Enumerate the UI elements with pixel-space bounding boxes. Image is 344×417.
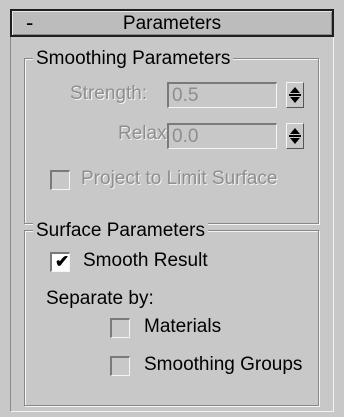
- smoothing-parameters-title: Smoothing Parameters: [33, 48, 234, 70]
- materials-label: Materials: [144, 316, 222, 337]
- relax-spinner[interactable]: [286, 123, 304, 149]
- strength-spinner[interactable]: [286, 82, 304, 108]
- surface-parameters-title: Surface Parameters: [33, 220, 208, 242]
- rollout-body: Smoothing Parameters Strength: Relax: Pr…: [10, 37, 334, 412]
- spinner-up-icon[interactable]: [290, 87, 300, 93]
- smooth-result-checkbox[interactable]: ✔: [50, 252, 70, 272]
- smoothing-groups-checkbox[interactable]: [110, 356, 130, 376]
- spinner-down-icon[interactable]: [290, 97, 300, 103]
- check-icon: ✔: [55, 252, 70, 271]
- spinner-divider: [289, 94, 301, 96]
- parameters-panel: - Parameters Smoothing Parameters Streng…: [0, 0, 344, 417]
- relax-label: Relax:: [118, 123, 172, 144]
- spinner-up-icon[interactable]: [290, 128, 300, 134]
- rollout-title: Parameters: [122, 13, 222, 34]
- separate-by-label: Separate by:: [46, 288, 154, 309]
- relax-field[interactable]: [167, 123, 277, 149]
- strength-label: Strength:: [70, 83, 148, 104]
- project-to-limit-surface-label: Project to Limit Surface: [81, 168, 278, 189]
- strength-field[interactable]: [167, 82, 277, 108]
- smooth-result-label: Smooth Result: [83, 250, 208, 271]
- spinner-divider: [289, 135, 301, 137]
- smoothing-groups-label: Smoothing Groups: [144, 354, 303, 375]
- materials-checkbox[interactable]: [110, 318, 130, 338]
- parameters-rollout-header[interactable]: - Parameters: [10, 9, 334, 37]
- spinner-down-icon[interactable]: [290, 138, 300, 144]
- project-to-limit-surface-checkbox[interactable]: [50, 170, 70, 190]
